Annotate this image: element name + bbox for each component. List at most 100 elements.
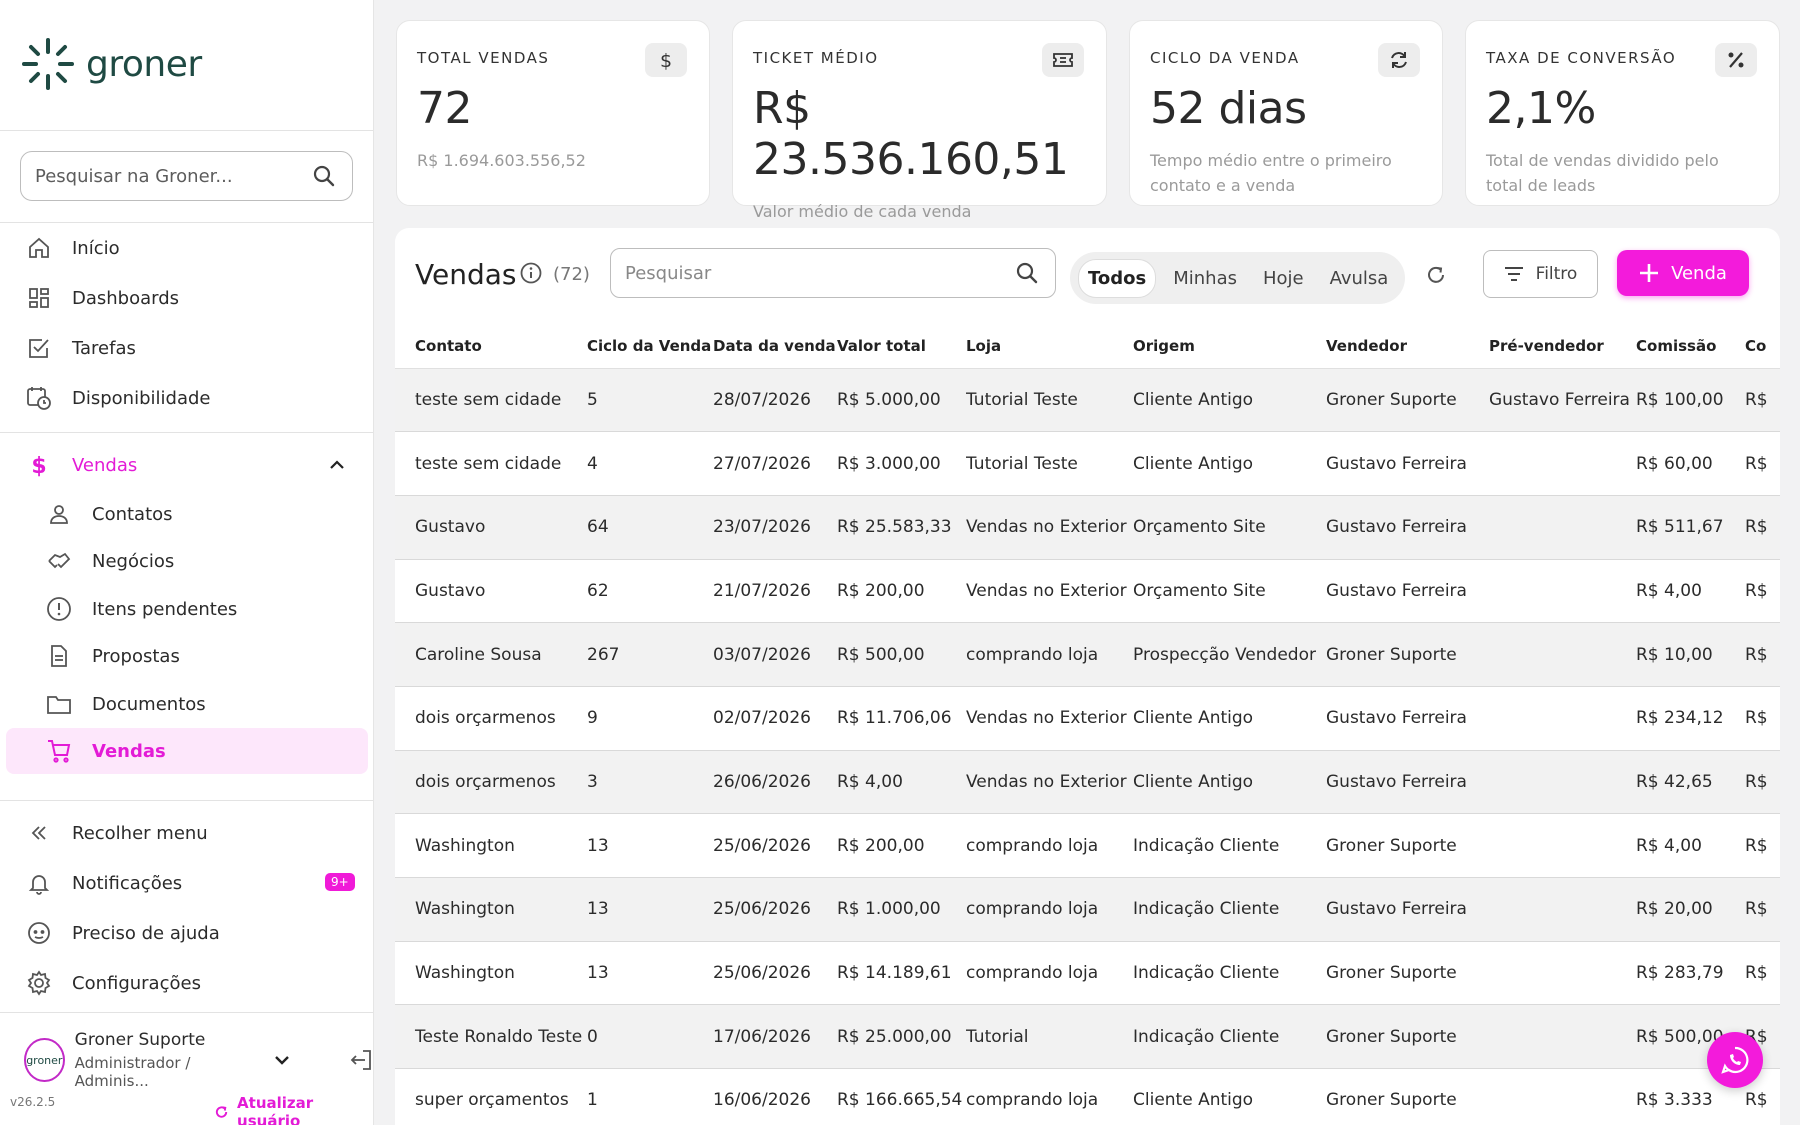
tab-minhas[interactable]: Minhas (1164, 260, 1246, 297)
nav-label: Preciso de ajuda (72, 922, 220, 944)
sidebar-item-label: Vendas (92, 740, 166, 762)
sidebar: groner Pesquisar na Groner... Início Das… (0, 0, 374, 1125)
column-header[interactable]: Contato (395, 324, 587, 369)
add-venda-button[interactable]: Venda (1617, 250, 1749, 296)
card-value: 2,1% (1486, 83, 1596, 134)
table-row[interactable]: Gustavo 64 23/07/2026 R$ 25.583,33 Vendas no… (395, 495, 1780, 560)
table-cell: R$ (1745, 813, 1780, 878)
table-row[interactable]: teste sem cidade 4 27/07/2026 R$ 3.000,00 Tu… (395, 431, 1780, 496)
table-cell: dois orçarmenos (395, 686, 587, 751)
divider (0, 130, 373, 131)
table-cell: Cliente Antigo (1133, 431, 1326, 496)
sidebar-search-input[interactable]: Pesquisar na Groner... (20, 151, 353, 201)
tab-hoje[interactable]: Hoje (1254, 260, 1313, 297)
sidebar-item-negocios[interactable]: Negócios (46, 548, 174, 574)
column-header[interactable]: Ciclo da Venda (587, 324, 713, 369)
card-subtitle: Valor médio de cada venda (753, 202, 972, 221)
settings-button[interactable]: Configurações (26, 970, 201, 996)
table-cell: comprando loja (966, 622, 1133, 687)
table-cell: Indicação Cliente (1133, 813, 1326, 878)
table-cell: 13 (587, 941, 713, 1006)
column-header[interactable]: Origem (1133, 324, 1326, 369)
column-header[interactable]: Data da venda (713, 324, 837, 369)
table-cell: comprando loja (966, 877, 1133, 942)
nav-item-disponibilidade[interactable]: Disponibilidade (26, 385, 210, 411)
table-cell: dois orçarmenos (395, 750, 587, 815)
notifications-button[interactable]: Notificações (26, 870, 182, 896)
sidebar-item-label: Itens pendentes (92, 598, 238, 620)
chevron-down-icon[interactable] (273, 1051, 291, 1069)
table-cell: Gustavo Ferreira (1326, 686, 1489, 751)
sidebar-item-itens-pendentes[interactable]: Itens pendentes (46, 596, 237, 622)
table-row[interactable]: Washington 13 25/06/2026 R$ 1.000,00 compran… (395, 877, 1780, 942)
nav-item-inicio[interactable]: Início (26, 235, 120, 261)
column-header[interactable]: Comissão (1636, 324, 1745, 369)
folder-icon (46, 691, 72, 717)
table-row[interactable]: dois orçarmenos 9 02/07/2026 R$ 11.706,06 Ve… (395, 686, 1780, 751)
help-face-icon (26, 920, 52, 946)
sidebar-item-vendas[interactable]: Vendas (46, 738, 166, 764)
filter-button[interactable]: Filtro (1483, 250, 1598, 298)
plus-icon (1640, 264, 1659, 282)
logout-icon[interactable] (349, 1048, 373, 1072)
add-venda-label: Venda (1671, 262, 1727, 284)
table-cell: Gustavo Ferreira (1326, 877, 1489, 942)
table-cell: 25/06/2026 (713, 813, 837, 878)
task-check-icon (26, 335, 52, 361)
sidebar-item-contatos[interactable]: Contatos (46, 501, 173, 527)
update-user-link[interactable]: Atualizar usuário (214, 1094, 373, 1125)
table-cell: 62 (587, 559, 713, 624)
table-row[interactable]: dois orçarmenos 3 26/06/2026 R$ 4,00 Vendas … (395, 750, 1780, 815)
nav-section-vendas[interactable]: $ Vendas (26, 452, 346, 478)
table-row[interactable]: super orçamentos 1 16/06/2026 R$ 166.665,54… (395, 1068, 1780, 1125)
table-cell: Groner Suporte (1326, 1068, 1489, 1125)
nav-label: Dashboards (72, 287, 180, 309)
nav-label: Configurações (72, 972, 201, 994)
table-cell: Groner Suporte (1326, 368, 1489, 433)
table-cell: Tutorial Teste (966, 368, 1133, 433)
table-cell: Indicação Cliente (1133, 1004, 1326, 1070)
column-header[interactable]: Valor total (837, 324, 966, 369)
nav-item-tarefas[interactable]: Tarefas (26, 335, 136, 361)
sidebar-item-propostas[interactable]: Propostas (46, 643, 180, 669)
groner-logo[interactable]: groner (20, 36, 202, 92)
help-button[interactable]: Preciso de ajuda (26, 920, 220, 946)
card-subtitle: R$ 1.694.603.556,52 (417, 151, 586, 170)
tab-todos[interactable]: Todos (1078, 258, 1157, 298)
collapse-menu-button[interactable]: Recolher menu (26, 820, 208, 846)
table-search-input[interactable]: Pesquisar (610, 248, 1056, 298)
table-row[interactable]: Caroline Sousa 267 03/07/2026 R$ 500,00 comp… (395, 622, 1780, 687)
sidebar-item-documentos[interactable]: Documentos (46, 691, 206, 717)
table-cell: Gustavo (395, 495, 587, 560)
table-cell: 64 (587, 495, 713, 560)
column-header[interactable]: Co (1745, 324, 1780, 369)
column-header[interactable]: Loja (966, 324, 1133, 369)
table-row[interactable]: Washington 13 25/06/2026 R$ 200,00 comprando… (395, 813, 1780, 878)
table-cell: Gustavo Ferreira (1326, 750, 1489, 815)
table-row[interactable]: Washington 13 25/06/2026 R$ 14.189,61 compra… (395, 941, 1780, 1006)
table-cell (1489, 431, 1636, 496)
table-row[interactable]: Gustavo 62 21/07/2026 R$ 200,00 Vendas no Ex… (395, 559, 1780, 624)
table-cell: Orçamento Site (1133, 559, 1326, 624)
document-icon (46, 643, 72, 669)
whatsapp-chat-button[interactable] (1707, 1032, 1763, 1088)
card-value: 52 dias (1150, 83, 1307, 134)
user-profile[interactable]: groner Groner Suporte Administrador / Ad… (24, 1030, 373, 1090)
column-header[interactable]: Pré-vendedor (1489, 324, 1636, 369)
tab-avulsa[interactable]: Avulsa (1321, 260, 1398, 297)
table-cell: R$ 166.665,54 (837, 1068, 966, 1125)
table-cell: Cliente Antigo (1133, 750, 1326, 815)
calendar-clock-icon (26, 385, 52, 411)
chevron-up-icon[interactable] (328, 456, 346, 474)
table-cell: 25/06/2026 (713, 877, 837, 942)
table-row[interactable]: teste sem cidade 5 28/07/2026 R$ 5.000,00 Tu… (395, 368, 1780, 433)
refresh-icon[interactable] (1425, 264, 1447, 286)
nav-item-dashboards[interactable]: Dashboards (26, 285, 179, 311)
info-icon[interactable] (520, 262, 542, 284)
table-cell: Washington (395, 813, 587, 878)
filter-label: Filtro (1535, 264, 1578, 284)
table-cell: Tutorial Teste (966, 431, 1133, 496)
table-row[interactable]: Teste Ronaldo Teste 3 0 17/06/2026 R$ 25.00… (395, 1004, 1780, 1070)
table-cell: R$ (1745, 431, 1780, 496)
column-header[interactable]: Vendedor (1326, 324, 1489, 369)
